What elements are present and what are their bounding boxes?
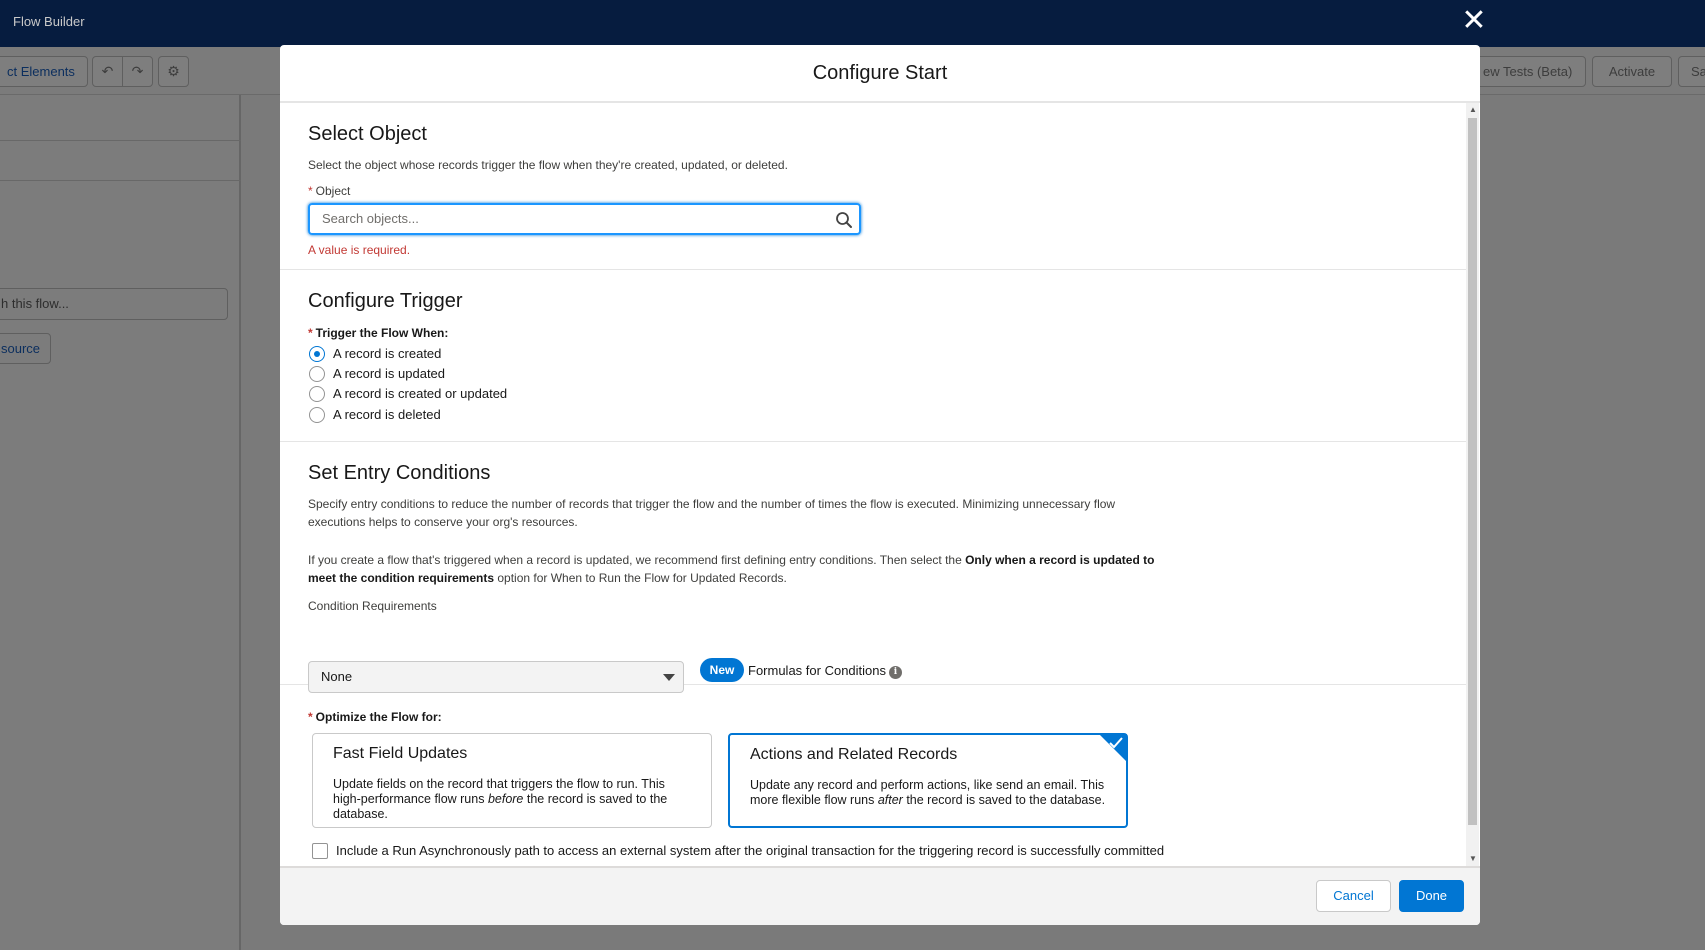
- trigger-option-created-or-updated[interactable]: A record is created or updated: [309, 386, 507, 404]
- redo-icon[interactable]: ↷: [122, 56, 153, 87]
- select-object-section: Select Object Select the object whose re…: [280, 103, 1466, 270]
- info-icon[interactable]: i: [889, 666, 902, 679]
- gear-icon[interactable]: ⚙: [158, 56, 189, 87]
- done-button[interactable]: Done: [1399, 880, 1464, 912]
- entry-conditions-heading: Set Entry Conditions: [308, 462, 491, 484]
- card-description: Update any record and perform actions, l…: [750, 778, 1106, 807]
- fast-field-updates-card[interactable]: Fast Field Updates Update fields on the …: [312, 733, 712, 828]
- trigger-label: * Trigger the Flow When:: [308, 326, 449, 340]
- modal-footer: Cancel Done: [280, 866, 1480, 925]
- activate-button[interactable]: Activate: [1592, 56, 1672, 87]
- required-marker: *: [308, 184, 313, 198]
- view-tests-button[interactable]: ew Tests (Beta): [1470, 56, 1586, 87]
- entry-conditions-section: Set Entry Conditions Specify entry condi…: [280, 442, 1466, 685]
- object-label: * Object: [308, 184, 351, 198]
- radio-button[interactable]: [309, 346, 325, 362]
- select-object-description: Select the object whose records trigger …: [308, 158, 788, 172]
- scrollbar[interactable]: ▲ ▼: [1466, 103, 1479, 866]
- condition-requirements-label: Condition Requirements: [308, 599, 437, 613]
- radio-button[interactable]: [309, 386, 325, 402]
- scroll-up-icon[interactable]: ▲: [1469, 105, 1477, 114]
- radio-button[interactable]: [309, 366, 325, 382]
- new-badge: New: [700, 658, 744, 682]
- object-search-box[interactable]: [308, 203, 861, 235]
- radio-button[interactable]: [309, 407, 325, 423]
- card-title: Actions and Related Records: [750, 746, 958, 763]
- toolbox-search-input[interactable]: h this flow...: [0, 288, 228, 320]
- trigger-option-updated[interactable]: A record is updated: [309, 366, 445, 384]
- modal-body: Select Object Select the object whose re…: [280, 103, 1480, 866]
- checkbox[interactable]: [312, 843, 328, 859]
- optimize-label: * Optimize the Flow for:: [308, 710, 442, 724]
- entry-conditions-description: Specify entry conditions to reduce the n…: [308, 497, 1116, 529]
- modal-title: Configure Start: [280, 45, 1480, 103]
- undo-icon[interactable]: ↶: [92, 56, 123, 87]
- search-icon[interactable]: [835, 211, 853, 229]
- chevron-down-icon: [663, 674, 675, 681]
- save-button[interactable]: Sa: [1678, 56, 1705, 87]
- condition-requirements-select[interactable]: None: [308, 661, 684, 693]
- card-title: Fast Field Updates: [333, 745, 468, 762]
- actions-related-records-card[interactable]: Actions and Related Records Update any r…: [728, 733, 1128, 828]
- configure-start-modal: Configure Start Select Object Select the…: [280, 45, 1480, 925]
- new-resource-button[interactable]: source: [0, 333, 51, 364]
- cancel-button[interactable]: Cancel: [1316, 880, 1391, 912]
- run-async-option[interactable]: Include a Run Asynchronously path to acc…: [312, 843, 1164, 859]
- select-object-heading: Select Object: [308, 123, 427, 145]
- scroll-down-icon[interactable]: ▼: [1469, 854, 1477, 863]
- entry-conditions-note: If you create a flow that's triggered wh…: [308, 553, 1155, 585]
- app-header: Flow Builder: [0, 0, 1705, 47]
- formulas-for-conditions-label: Formulas for Conditions: [748, 663, 886, 678]
- trigger-option-created[interactable]: A record is created: [309, 346, 441, 364]
- configure-trigger-heading: Configure Trigger: [308, 290, 463, 312]
- app-title: Flow Builder: [13, 14, 85, 29]
- object-error-message: A value is required.: [308, 243, 411, 257]
- close-icon[interactable]: ✕: [1459, 6, 1489, 36]
- select-elements-button[interactable]: ct Elements: [0, 56, 88, 87]
- toolbox-panel: h this flow... source: [0, 95, 241, 950]
- trigger-option-deleted[interactable]: A record is deleted: [309, 407, 441, 425]
- scrollbar-thumb[interactable]: [1468, 118, 1477, 825]
- card-description: Update fields on the record that trigger…: [333, 777, 668, 821]
- configure-trigger-section: Configure Trigger * Trigger the Flow When…: [280, 270, 1466, 442]
- object-search-input[interactable]: [322, 211, 822, 226]
- check-icon: [1109, 737, 1123, 749]
